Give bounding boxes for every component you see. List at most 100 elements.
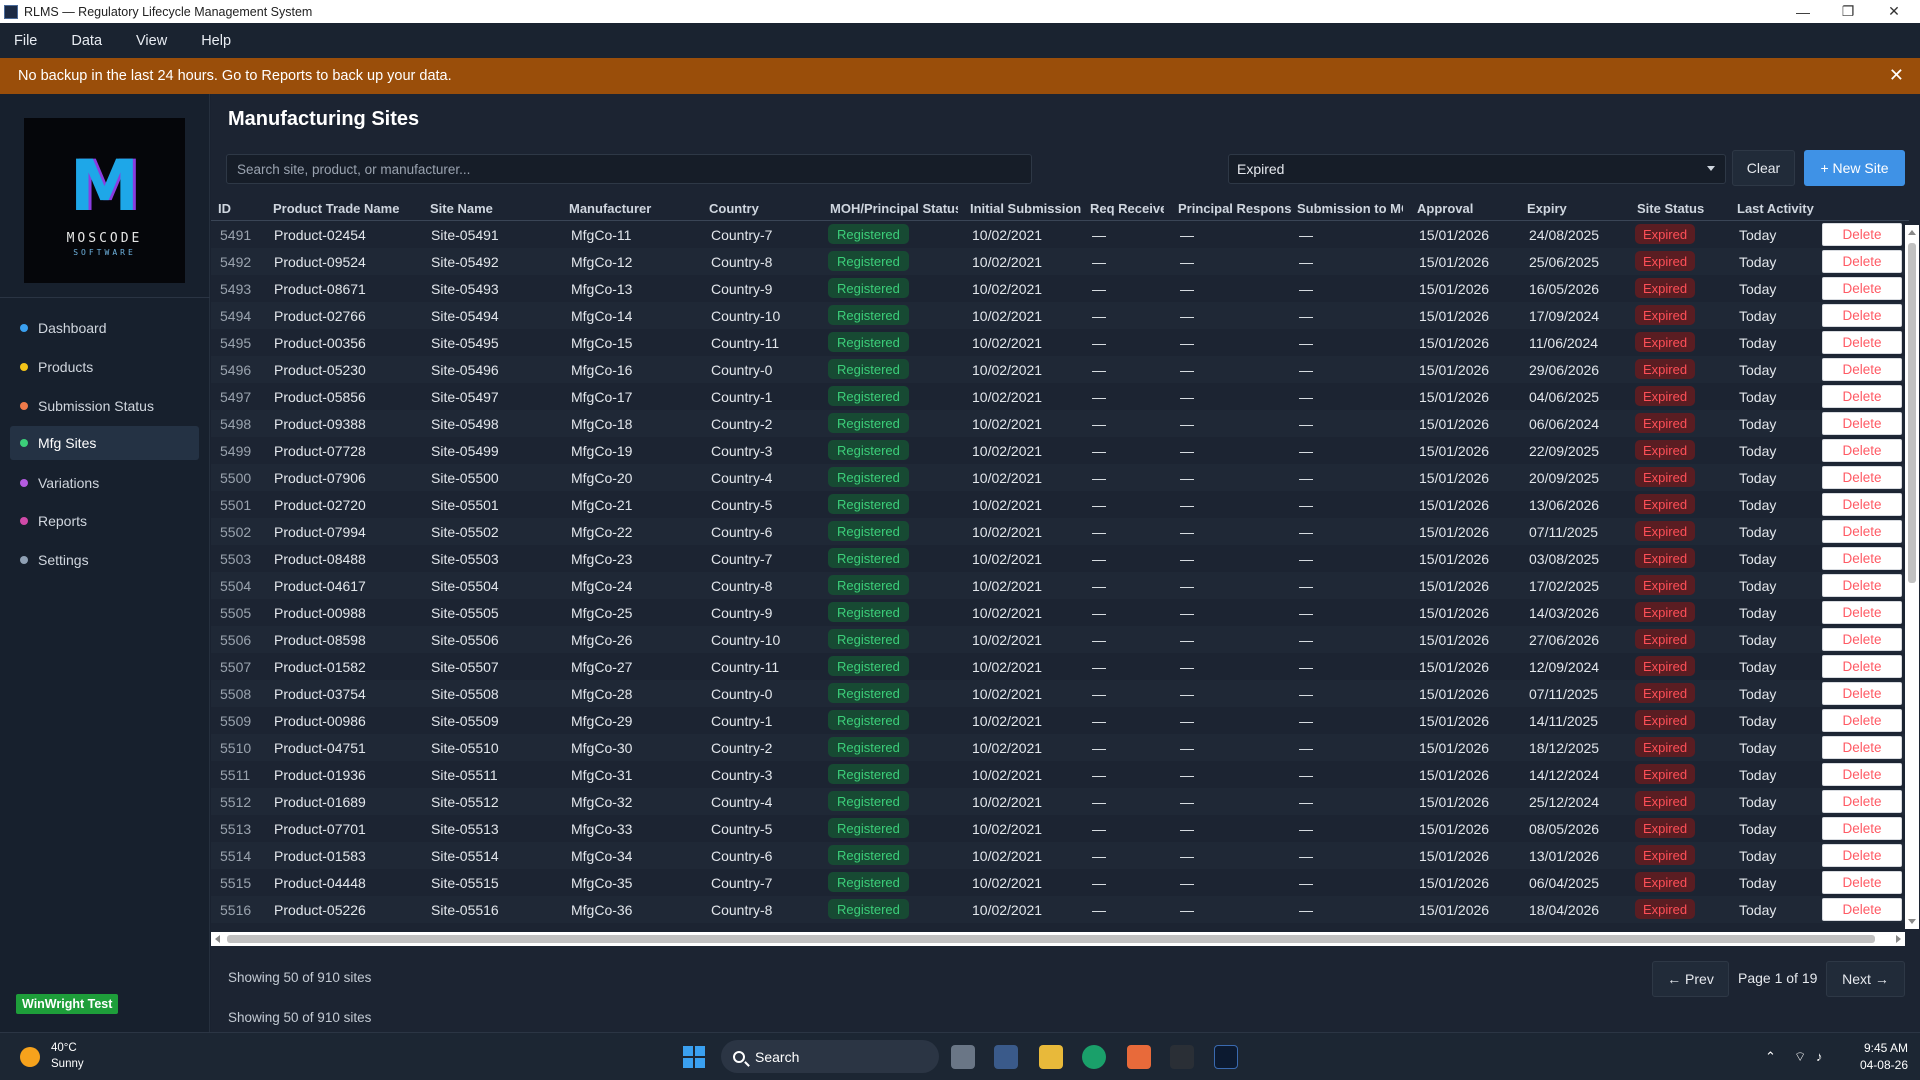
delete-row-button[interactable]: Delete (1822, 520, 1902, 543)
col-moh-principal-status[interactable]: MOH/Principal Status (830, 201, 958, 216)
delete-row-button[interactable]: Delete (1822, 250, 1902, 273)
table-row[interactable]: 5491 Product-02454 Site-05491 MfgCo-11 Count… (211, 221, 1909, 248)
delete-row-button[interactable]: Delete (1822, 304, 1902, 327)
menu-help[interactable]: Help (201, 33, 231, 49)
horizontal-scroll-thumb[interactable] (227, 935, 1875, 943)
clock-date[interactable]: 04-08-26 (1844, 1058, 1908, 1072)
new-site-button[interactable]: + New Site (1804, 150, 1905, 186)
vertical-scroll-thumb[interactable] (1908, 243, 1916, 583)
delete-row-button[interactable]: Delete (1822, 331, 1902, 354)
delete-row-button[interactable]: Delete (1822, 628, 1902, 651)
table-row[interactable]: 5502 Product-07994 Site-05502 MfgCo-22 Count… (211, 518, 1909, 545)
delete-row-button[interactable]: Delete (1822, 601, 1902, 624)
table-row[interactable]: 5508 Product-03754 Site-05508 MfgCo-28 Count… (211, 680, 1909, 707)
sidebar-item-reports[interactable]: Reports (10, 504, 199, 538)
table-row[interactable]: 5507 Product-01582 Site-05507 MfgCo-27 Count… (211, 653, 1909, 680)
delete-row-button[interactable]: Delete (1822, 871, 1902, 894)
search-input[interactable]: Search site, product, or manufacturer... (226, 154, 1032, 184)
col-product-trade-name[interactable]: Product Trade Name (273, 201, 423, 216)
weather-temperature[interactable]: 40°C (51, 1042, 77, 1054)
col-last-activity[interactable]: Last Activity (1737, 201, 1821, 216)
sidebar-item-submission-status[interactable]: Submission Status (10, 389, 199, 423)
scroll-right-icon[interactable] (1896, 935, 1901, 943)
delete-row-button[interactable]: Delete (1822, 493, 1902, 516)
volume-icon[interactable]: ♪ (1816, 1049, 1823, 1064)
table-row[interactable]: 5492 Product-09524 Site-05492 MfgCo-12 Count… (211, 248, 1909, 275)
table-row[interactable]: 5513 Product-07701 Site-05513 MfgCo-33 Count… (211, 815, 1909, 842)
app-orange-icon[interactable] (1127, 1045, 1151, 1069)
rlms-app-icon[interactable] (1214, 1045, 1238, 1069)
table-row[interactable]: 5496 Product-05230 Site-05496 MfgCo-16 Count… (211, 356, 1909, 383)
menu-data[interactable]: Data (71, 33, 102, 49)
maximize-button[interactable]: ❐ (1826, 0, 1870, 23)
col-initial-submission[interactable]: Initial Submission (970, 201, 1082, 216)
col-site-name[interactable]: Site Name (430, 201, 560, 216)
col-expiry[interactable]: Expiry (1527, 201, 1607, 216)
table-row[interactable]: 5499 Product-07728 Site-05499 MfgCo-19 Count… (211, 437, 1909, 464)
sidebar-item-products[interactable]: Products (10, 350, 199, 384)
delete-row-button[interactable]: Delete (1822, 277, 1902, 300)
prev-page-button[interactable]: ← Prev (1652, 961, 1729, 997)
sidebar-item-settings[interactable]: Settings (10, 543, 199, 577)
table-row[interactable]: 5500 Product-07906 Site-05500 MfgCo-20 Count… (211, 464, 1909, 491)
col-site-status[interactable]: Site Status (1637, 201, 1717, 216)
delete-row-button[interactable]: Delete (1822, 547, 1902, 570)
delete-row-button[interactable]: Delete (1822, 439, 1902, 462)
scroll-left-icon[interactable] (215, 935, 220, 943)
delete-row-button[interactable]: Delete (1822, 412, 1902, 435)
delete-row-button[interactable]: Delete (1822, 709, 1902, 732)
next-page-button[interactable]: Next → (1826, 961, 1905, 997)
weather-condition[interactable]: Sunny (51, 1058, 84, 1070)
clock-time[interactable]: 9:45 AM (1858, 1041, 1908, 1055)
table-row[interactable]: 5503 Product-08488 Site-05503 MfgCo-23 Count… (211, 545, 1909, 572)
delete-row-button[interactable]: Delete (1822, 736, 1902, 759)
menu-file[interactable]: File (14, 33, 37, 49)
app-dark-icon[interactable] (1170, 1045, 1194, 1069)
table-row[interactable]: 5516 Product-05226 Site-05516 MfgCo-36 Count… (211, 896, 1909, 923)
menu-view[interactable]: View (136, 33, 167, 49)
delete-row-button[interactable]: Delete (1822, 223, 1902, 246)
delete-row-button[interactable]: Delete (1822, 763, 1902, 786)
col-principal-response[interactable]: Principal Response (1178, 201, 1292, 216)
vertical-scrollbar[interactable] (1905, 225, 1919, 929)
delete-row-button[interactable]: Delete (1822, 358, 1902, 381)
table-row[interactable]: 5510 Product-04751 Site-05510 MfgCo-30 Count… (211, 734, 1909, 761)
table-row[interactable]: 5511 Product-01936 Site-05511 MfgCo-31 Count… (211, 761, 1909, 788)
col-manufacturer[interactable]: Manufacturer (569, 201, 699, 216)
col-req-received[interactable]: Req Received (1090, 201, 1164, 216)
status-filter-select[interactable]: Expired (1228, 154, 1726, 184)
store-icon[interactable] (994, 1045, 1018, 1069)
scroll-down-icon[interactable] (1908, 919, 1916, 924)
table-row[interactable]: 5495 Product-00356 Site-05495 MfgCo-15 Count… (211, 329, 1909, 356)
col-approval[interactable]: Approval (1417, 201, 1507, 216)
task-view-icon[interactable] (951, 1045, 975, 1069)
table-row[interactable]: 5493 Product-08671 Site-05493 MfgCo-13 Count… (211, 275, 1909, 302)
col-country[interactable]: Country (709, 201, 819, 216)
table-row[interactable]: 5504 Product-04617 Site-05504 MfgCo-24 Count… (211, 572, 1909, 599)
delete-row-button[interactable]: Delete (1822, 655, 1902, 678)
table-row[interactable]: 5512 Product-01689 Site-05512 MfgCo-32 Count… (211, 788, 1909, 815)
chevron-up-icon[interactable]: ⌃ (1765, 1049, 1776, 1065)
delete-row-button[interactable]: Delete (1822, 898, 1902, 921)
sidebar-item-mfg-sites[interactable]: Mfg Sites (10, 426, 199, 460)
table-row[interactable]: 5515 Product-04448 Site-05515 MfgCo-35 Count… (211, 869, 1909, 896)
table-row[interactable]: 5498 Product-09388 Site-05498 MfgCo-18 Count… (211, 410, 1909, 437)
table-row[interactable]: 5514 Product-01583 Site-05514 MfgCo-34 Count… (211, 842, 1909, 869)
minimize-button[interactable]: — (1781, 0, 1825, 23)
col-id[interactable]: ID (218, 201, 258, 216)
table-row[interactable]: 5509 Product-00986 Site-05509 MfgCo-29 Count… (211, 707, 1909, 734)
delete-row-button[interactable]: Delete (1822, 790, 1902, 813)
sidebar-item-dashboard[interactable]: Dashboard (10, 311, 199, 345)
table-row[interactable]: 5501 Product-02720 Site-05501 MfgCo-21 Count… (211, 491, 1909, 518)
delete-row-button[interactable]: Delete (1822, 385, 1902, 408)
table-row[interactable]: 5506 Product-08598 Site-05506 MfgCo-26 Count… (211, 626, 1909, 653)
delete-row-button[interactable]: Delete (1822, 844, 1902, 867)
wifi-icon[interactable]: ⌔ (1794, 1049, 1806, 1065)
table-row[interactable]: 5505 Product-00988 Site-05505 MfgCo-25 Count… (211, 599, 1909, 626)
banner-close-icon[interactable]: ✕ (1889, 65, 1904, 86)
horizontal-scrollbar[interactable] (211, 932, 1905, 946)
col-submission-to-moh[interactable]: Submission to MOH (1297, 201, 1403, 216)
file-explorer-icon[interactable] (1039, 1045, 1063, 1069)
delete-row-button[interactable]: Delete (1822, 574, 1902, 597)
scroll-up-icon[interactable] (1908, 230, 1916, 235)
